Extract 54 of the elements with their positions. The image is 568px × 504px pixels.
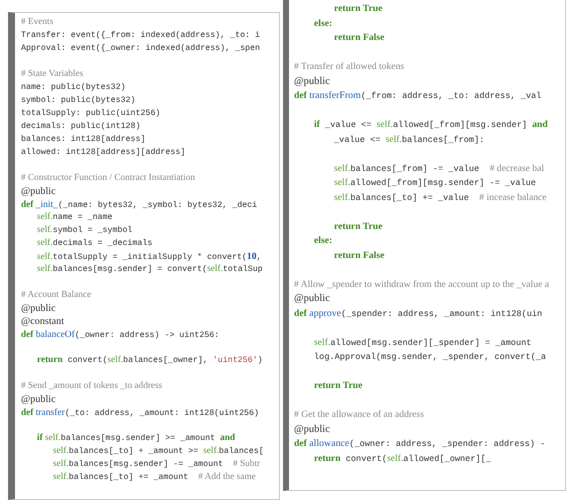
code-comment: # Allow _spender to withdraw from the account up to the _value a (294, 278, 549, 292)
code-line: self.allowed[msg.sender][_spender] = _amount (314, 336, 532, 350)
code-line: else: (314, 16, 332, 30)
code-line: else: (314, 234, 332, 248)
code-line: balances: int128[address] (21, 134, 146, 146)
code-line: _value <= self.balances[_from]: (334, 132, 484, 146)
code-line: def transfer(_to: address, _amount: int128(uint256) (21, 406, 259, 419)
code-line: def _init_(_name: bytes32, _symbol: bytes32, _deci (21, 198, 258, 211)
code-line: def allowance(_owner: address, _spender: address) - (294, 437, 546, 451)
code-line: Transfer: event({_from: indexed(address), _to: i (21, 30, 260, 42)
code-line: return True (334, 220, 382, 234)
code-line: def balanceOf(_owner: address) -> uint256: (21, 328, 220, 341)
code-line: log.Approval(msg.sender, _spender, convert(_a (314, 351, 546, 364)
decorator-line: @public (21, 185, 56, 198)
code-comment: # Events (21, 16, 54, 29)
code-line: self.decimals = _decimals (37, 237, 152, 250)
decorator-line: @public (294, 74, 330, 88)
code-line: Approval: event({_owner: indexed(address), _spen (21, 43, 260, 55)
code-line: self.allowed[_from][msg.sender] -= _value (334, 176, 536, 190)
code-line: return True (334, 2, 382, 16)
code-comment: # Send _amount of tokens _to address (21, 380, 162, 393)
code-line: self.balances[_to] += _amount # Add the same (53, 471, 256, 484)
code-line: self.balances[_to] += _value # incease balance (334, 190, 547, 204)
code-line: self.balances[_to] + _amount >= self.balances[ (53, 445, 264, 458)
code-line: return convert(self.balances[_owner], 'uint256') (37, 354, 263, 367)
code-comment: # State Variables (21, 68, 84, 81)
code-line: decimals: public(int128) (21, 121, 140, 133)
decorator-line: @public (21, 393, 56, 406)
decorator-line: @public (294, 292, 330, 306)
code-line: def transferFrom(_from: address, _to: address, _val (294, 89, 542, 103)
code-line: self.symbol = _symbol (37, 224, 132, 237)
code-line: return convert(self.allowed[_owner][_ (314, 452, 491, 466)
code-line: self.balances[msg.sender] = convert(self.totalSup (37, 263, 263, 276)
code-comment: # Account Balance (21, 289, 92, 302)
code-line: return False (334, 248, 384, 262)
code-line: def approve(_spender: address, _amount: int128(uin (294, 306, 542, 320)
code-line: allowed: int128[address][address] (21, 147, 186, 159)
code-line: self.name = _name (37, 211, 112, 224)
code-line: return True (314, 379, 362, 393)
code-comment: # Transfer of allowed tokens (294, 60, 404, 74)
code-line: if _value <= self.allowed[_from][msg.sender] and (314, 118, 548, 132)
decorator-line: @public (294, 422, 330, 436)
code-line: self.totalSupply = _initialSupply * convert(10, (37, 250, 262, 263)
code-line: name: public(bytes32) (21, 82, 126, 94)
decorator-line: @public (21, 302, 56, 315)
code-line: return False (334, 31, 384, 45)
decorator-line: @constant (21, 315, 64, 328)
code-line: self.balances[_from] -= _value # decrease bal (334, 162, 544, 176)
code-line: symbol: public(bytes32) (21, 95, 136, 107)
code-line: totalSupply: public(uint256) (21, 108, 160, 120)
code-comment: # Get the allowance of an address (294, 408, 424, 422)
code-line: self.balances[msg.sender] -= _amount # Subtr (53, 458, 260, 471)
code-comment: # Constructor Function / Contract Instantiation (21, 172, 196, 185)
code-line: if self.balances[msg.sender] >= _amount and (37, 432, 236, 445)
